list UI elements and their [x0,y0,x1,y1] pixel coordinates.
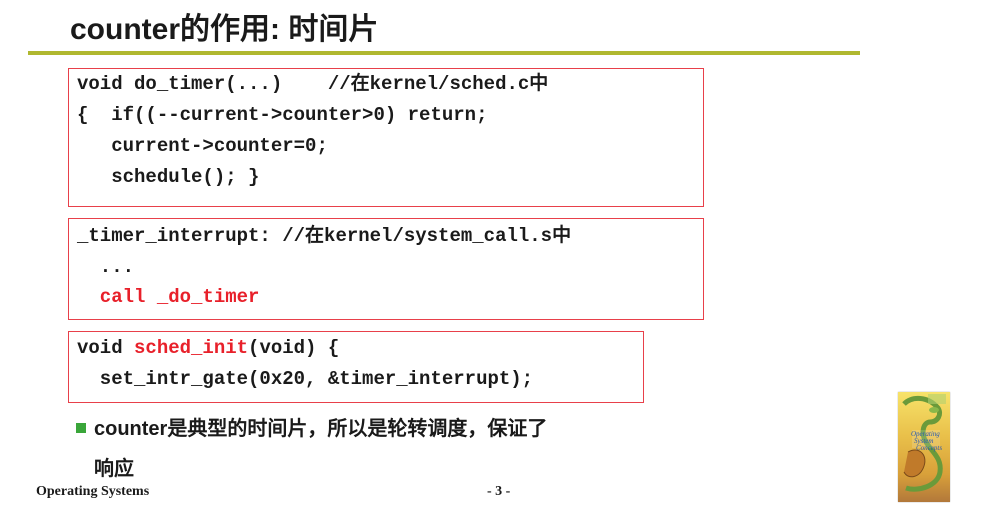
svg-text:Concepts: Concepts [916,444,942,452]
code-line: { if((--current->counter>0) return; [77,104,488,126]
bullet-text: counter是典型的时间片，所以是轮转调度，保证了 [94,418,548,440]
bullet-text-continued: 响应 [94,458,134,480]
book-cover-image: Operating System Concepts [898,392,950,502]
code-highlight-func: sched_init [134,337,249,359]
footer-course-name: Operating Systems [36,484,150,499]
slide-title: counter的作用: 时间片 [70,13,379,46]
code-box-timer-interrupt: _timer_interrupt: //在kernel/system_call.… [68,218,704,320]
code-text: (void) { [248,337,340,359]
code-keyword: void [77,337,135,359]
title-underline [28,51,860,55]
bullet-item: counter是典型的时间片，所以是轮转调度，保证了 [76,412,547,441]
code-line: void do_timer(...) //在kernel/sched.c中 [77,73,549,95]
code-line: _timer_interrupt: //在kernel/system_call.… [77,225,572,247]
code-box-sched-init: void sched_init(void) { set_intr_gate(0x… [68,331,644,403]
code-line: ... [77,256,135,278]
code-line-highlight: call _do_timer [77,286,260,308]
code-line: current->counter=0; [77,135,328,157]
footer-page-number: - 3 - [487,484,511,499]
dinosaur-illustration-icon: Operating System Concepts [902,394,946,492]
code-line: void sched_init(void) { [77,333,339,364]
bullet-square-icon [76,422,86,433]
code-line: set_intr_gate(0x20, &timer_interrupt); [77,368,534,390]
code-line: schedule(); } [77,166,260,188]
code-box-do-timer: void do_timer(...) //在kernel/sched.c中 { … [68,68,704,207]
